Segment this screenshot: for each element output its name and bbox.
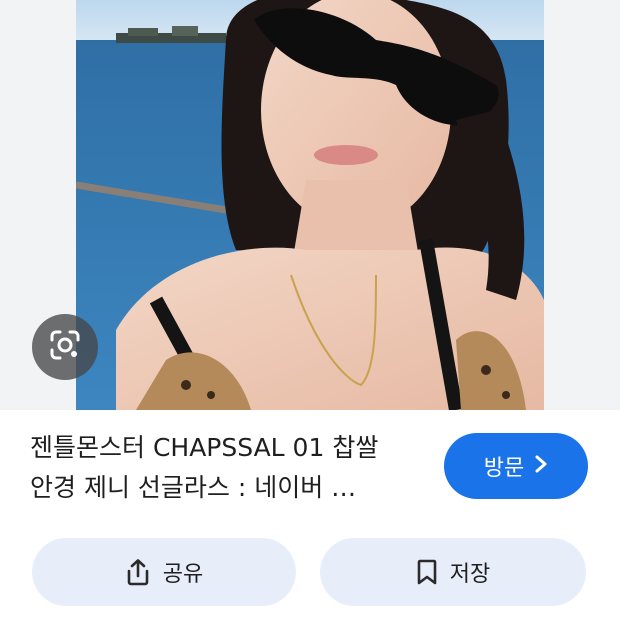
chevron-right-icon [534,454,548,479]
google-lens-icon [48,328,82,366]
image-preview-area [0,0,620,410]
share-button[interactable]: 공유 [32,538,296,606]
result-image[interactable] [76,0,544,410]
share-button-label: 공유 [162,562,204,587]
bookmark-icon [416,558,438,586]
google-lens-button[interactable] [32,314,98,380]
save-button[interactable]: 저장 [320,538,586,606]
visit-button[interactable]: 방문 [444,433,588,499]
save-button-label: 저장 [449,562,491,587]
visit-button-label: 방문 [483,456,525,481]
result-title[interactable]: 젠틀몬스터 CHAPSSAL 01 찹쌀 안경 제니 선글라스 : 네이버 … [30,428,410,508]
share-icon [125,558,151,586]
